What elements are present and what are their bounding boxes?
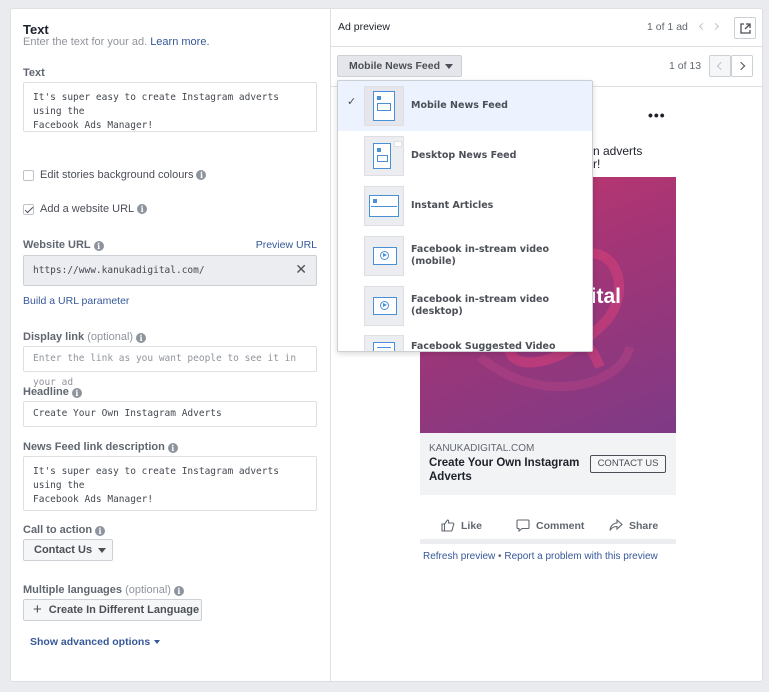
- desktop-news-feed-thumbnail: [364, 136, 404, 176]
- placement-label: Facebook in-stream video (desktop): [411, 294, 550, 317]
- news-feed-desc-label: News Feed link description i: [23, 441, 178, 453]
- cta-dropdown[interactable]: Contact Us: [23, 539, 113, 561]
- build-url-parameter-link[interactable]: Build a URL parameter: [23, 295, 129, 307]
- preview-url-link[interactable]: Preview URL: [256, 239, 317, 251]
- placement-item-instream-mobile[interactable]: Facebook in-stream video (mobile): [338, 231, 592, 281]
- ad-preview-panel: Ad preview 1 of 1 ad Mobile News Feed 1 …: [331, 9, 762, 681]
- display-link-input[interactable]: Enter the link as you want people to see…: [23, 346, 317, 388]
- placement-label: Desktop News Feed: [411, 150, 517, 161]
- text-settings-panel: Text Enter the text for your ad. Learn m…: [11, 9, 331, 681]
- learn-more-link[interactable]: Learn more.: [150, 36, 209, 48]
- reaction-bar: Like Comment Share: [441, 519, 658, 532]
- check-icon: ✓: [347, 96, 357, 108]
- comment-button[interactable]: Comment: [516, 519, 609, 532]
- primary-text-input[interactable]: It's super easy to create Instagram adve…: [23, 82, 317, 132]
- suggested-video-thumbnail: [364, 335, 404, 351]
- mobile-news-feed-thumbnail: [364, 86, 404, 126]
- headline-label: Headline i: [23, 386, 82, 398]
- caret-down-icon: [445, 63, 454, 69]
- preview-footer-links: Refresh preview • Report a problem with …: [423, 551, 658, 562]
- edit-stories-label: Edit stories background colours: [40, 169, 194, 181]
- caret-down-icon: [98, 547, 107, 553]
- placement-menu: ✓ Mobile News Feed Desktop News Feed Ins…: [337, 80, 593, 352]
- ad-link-area[interactable]: KANUKADIGITAL.COM Create Your Own Instag…: [420, 433, 676, 495]
- plus-icon: +: [33, 601, 42, 618]
- placement-dropdown[interactable]: Mobile News Feed: [337, 55, 462, 77]
- placement-label: Instant Articles: [411, 200, 494, 211]
- share-button[interactable]: Share: [609, 519, 658, 532]
- placement-item-suggested-video[interactable]: Facebook Suggested Video: [338, 331, 592, 352]
- news-feed-desc-input[interactable]: It's super easy to create Instagram adve…: [23, 456, 317, 511]
- section-subtitle: Enter the text for your ad. Learn more.: [23, 36, 210, 48]
- text-label: Text: [23, 67, 45, 79]
- info-icon[interactable]: i: [137, 204, 148, 214]
- refresh-preview-link[interactable]: Refresh preview: [423, 551, 495, 562]
- edit-stories-checkbox[interactable]: [23, 169, 34, 181]
- placement-item-desktop-news-feed[interactable]: Desktop News Feed: [338, 131, 592, 181]
- placement-label: Facebook Suggested Video: [411, 341, 556, 352]
- chevron-left-icon: [716, 61, 726, 71]
- placement-count: 1 of 13: [669, 60, 702, 72]
- add-website-label: Add a website URL: [40, 203, 135, 215]
- cta-label: Call to action i: [23, 524, 106, 536]
- section-title: Text: [23, 22, 49, 37]
- edit-stories-row: Edit stories background colours i: [23, 169, 207, 181]
- contact-us-button[interactable]: CONTACT US: [590, 455, 666, 473]
- ad-headline: Create Your Own Instagram Adverts: [429, 457, 580, 483]
- chevron-left-icon[interactable]: [698, 22, 707, 31]
- clear-icon[interactable]: ✕: [295, 256, 307, 285]
- preview-title: Ad preview: [338, 21, 390, 33]
- like-button[interactable]: Like: [441, 519, 516, 532]
- preview-divider: [420, 539, 676, 544]
- caret-down-icon: [154, 640, 161, 644]
- ad-body-text: n adverts r!: [593, 144, 643, 171]
- instream-mobile-thumbnail: [364, 236, 404, 276]
- info-icon[interactable]: i: [95, 526, 106, 536]
- placement-item-instant-articles[interactable]: Instant Articles: [338, 181, 592, 231]
- chevron-right-icon: [736, 61, 746, 71]
- next-placement-button[interactable]: [731, 55, 753, 77]
- like-icon: [441, 519, 455, 532]
- report-problem-link[interactable]: Report a problem with this preview: [504, 551, 657, 562]
- info-icon[interactable]: i: [173, 586, 184, 596]
- external-link-icon: [739, 22, 751, 34]
- info-icon[interactable]: i: [136, 333, 147, 343]
- ad-editor-frame: Text Enter the text for your ad. Learn m…: [10, 8, 763, 682]
- show-advanced-options-link[interactable]: Show advanced options: [30, 636, 161, 648]
- placement-label: Mobile News Feed: [411, 100, 508, 111]
- placement-label: Facebook in-stream video (mobile): [411, 244, 550, 267]
- create-different-language-button[interactable]: + Create In Different Language: [23, 599, 202, 621]
- info-icon[interactable]: i: [71, 388, 82, 398]
- headline-input[interactable]: Create Your Own Instagram Adverts: [23, 401, 317, 427]
- placement-item-instream-desktop[interactable]: Facebook in-stream video (desktop): [338, 281, 592, 331]
- share-icon: [609, 519, 623, 531]
- display-link-label: Display link (optional) i: [23, 331, 147, 343]
- preview-header: Ad preview 1 of 1 ad: [331, 9, 762, 47]
- website-url-label: Website URL i: [23, 239, 104, 251]
- chevron-right-icon[interactable]: [711, 22, 720, 31]
- multi-lang-label: Multiple languages (optional) i: [23, 584, 184, 596]
- info-icon[interactable]: i: [167, 443, 178, 453]
- instream-desktop-thumbnail: [364, 286, 404, 326]
- add-website-checkbox[interactable]: [23, 203, 34, 215]
- ad-domain: KANUKADIGITAL.COM: [429, 443, 535, 454]
- comment-icon: [516, 519, 530, 532]
- info-icon[interactable]: i: [196, 170, 207, 180]
- instant-articles-thumbnail: [364, 186, 404, 226]
- more-options-icon[interactable]: •••: [648, 107, 666, 123]
- website-url-input[interactable]: https://www.kanukadigital.com/ ✕: [23, 255, 317, 286]
- info-icon[interactable]: i: [93, 241, 104, 251]
- open-external-button[interactable]: [734, 17, 756, 39]
- prev-placement-button[interactable]: [709, 55, 731, 77]
- add-website-row: Add a website URL i: [23, 203, 148, 215]
- ad-nav: [698, 22, 720, 31]
- ad-count: 1 of 1 ad: [647, 21, 688, 33]
- placement-item-mobile-news-feed[interactable]: ✓ Mobile News Feed: [338, 81, 592, 131]
